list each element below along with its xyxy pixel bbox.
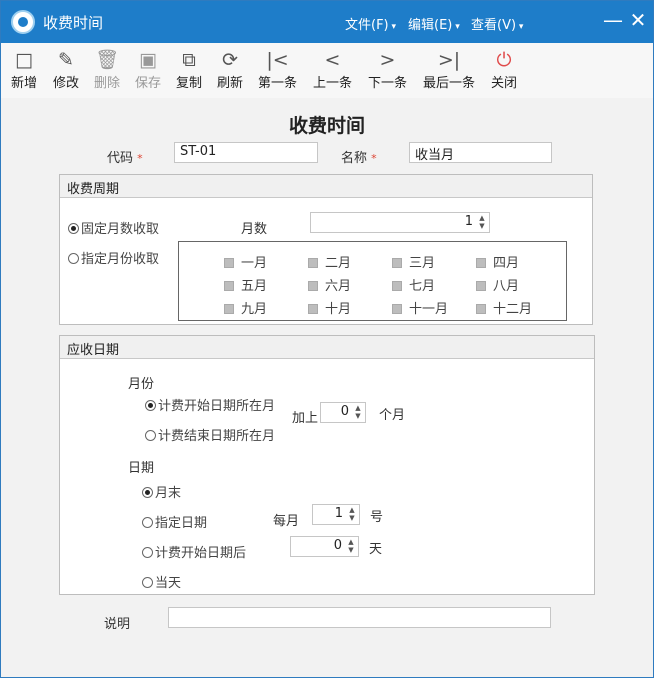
day-of-month-stepper[interactable]: 1 ▲ ▼: [312, 504, 360, 525]
after-start-radio[interactable]: 计费开始日期后: [142, 542, 246, 561]
pencil-icon: ✎: [58, 49, 74, 71]
delete-button[interactable]: 🗑 删除: [94, 48, 120, 91]
copy-label: 复制: [176, 76, 203, 91]
toolbar: □ 新增 ✎ 修改 🗑 删除 ▣ 保存 ⧉ 复制 ⟳ 刷新 |< 第一条 < 上…: [1, 43, 653, 98]
next-label: 下一条: [368, 76, 408, 91]
new-doc-icon: □: [15, 49, 33, 71]
month-checkbox[interactable]: 四月: [476, 252, 519, 271]
end-month-radio[interactable]: 计费结束日期所在月: [145, 425, 275, 444]
window-title: 收费时间: [43, 14, 104, 32]
specified-day-radio[interactable]: 指定日期: [142, 512, 207, 531]
code-field[interactable]: ST-01: [174, 142, 318, 163]
month-checkbox[interactable]: 六月: [308, 275, 351, 294]
refresh-icon: ⟳: [222, 49, 238, 71]
edit-label: 修改: [53, 76, 80, 91]
close-window-icon[interactable]: ✕: [626, 9, 650, 33]
close-label: 关闭: [491, 76, 518, 91]
due-date-group: 应收日期 月份 计费开始日期所在月 计费结束日期所在月 加上 0 ▲ ▼ 个月 日期…: [59, 335, 595, 595]
last-record-icon: >|: [437, 49, 461, 71]
start-month-radio[interactable]: 计费开始日期所在月: [145, 395, 275, 414]
menu-edit[interactable]: 编辑(E): [408, 14, 460, 33]
billing-period-header: 收费周期: [60, 175, 592, 198]
month-end-radio[interactable]: 月末: [142, 482, 181, 501]
remark-field[interactable]: [168, 607, 551, 628]
power-icon: ⏻: [496, 49, 512, 71]
save-icon: ▣: [139, 49, 157, 71]
trash-icon: 🗑: [94, 49, 120, 71]
window: 收费时间 文件(F) 编辑(E) 查看(V) — ✕ □ 新增 ✎ 修改 🗑 删…: [0, 0, 654, 678]
month-checkbox[interactable]: 一月: [224, 252, 267, 271]
title-bar: 收费时间 文件(F) 编辑(E) 查看(V) — ✕: [1, 1, 653, 43]
fixed-months-radio[interactable]: 固定月数收取: [68, 218, 159, 237]
due-date-header: 应收日期: [60, 336, 594, 359]
edit-button[interactable]: ✎ 修改: [53, 48, 79, 91]
last-record-button[interactable]: >| 最后一条: [423, 48, 475, 91]
days-unit-label: 天: [369, 542, 383, 557]
month-heading: 月份: [128, 377, 155, 392]
save-button[interactable]: ▣ 保存: [135, 48, 161, 91]
month-checkbox[interactable]: 十一月: [392, 298, 448, 317]
add-label: 加上: [292, 411, 319, 426]
first-label: 第一条: [258, 76, 298, 91]
specified-months-radio[interactable]: 指定月份收取: [68, 248, 159, 267]
delete-label: 删除: [94, 76, 121, 91]
days-after-stepper[interactable]: 0 ▲ ▼: [290, 536, 359, 557]
minimize-icon[interactable]: —: [601, 9, 625, 33]
month-checkbox[interactable]: 七月: [392, 275, 435, 294]
billing-period-group: 收费周期 固定月数收取 月数 1 ▲ ▼ 指定月份收取 一月 二月 三月 四月 五月…: [59, 174, 593, 325]
day-heading: 日期: [128, 461, 155, 476]
name-label: 名称 *: [341, 151, 377, 166]
today-radio[interactable]: 当天: [142, 572, 181, 591]
month-checkbox[interactable]: 五月: [224, 275, 267, 294]
month-checkbox[interactable]: 九月: [224, 298, 267, 317]
first-record-button[interactable]: |< 第一条: [258, 48, 297, 91]
month-checklist: 一月 二月 三月 四月 五月 六月 七月 八月 九月 十月 十一月 十二月: [178, 241, 567, 321]
prev-record-button[interactable]: < 上一条: [313, 48, 352, 91]
first-record-icon: |<: [266, 49, 289, 71]
copy-icon: ⧉: [182, 49, 196, 71]
months-label: 月数: [241, 222, 268, 237]
prev-label: 上一条: [313, 76, 353, 91]
month-checkbox[interactable]: 八月: [476, 275, 519, 294]
month-checkbox[interactable]: 三月: [392, 252, 435, 271]
app-logo-icon: [11, 10, 35, 34]
add-unit-label: 个月: [379, 408, 406, 423]
month-checkbox[interactable]: 十二月: [476, 298, 532, 317]
month-checkbox[interactable]: 二月: [308, 252, 351, 271]
add-months-stepper[interactable]: 0 ▲ ▼: [320, 402, 366, 423]
chevron-left-icon: <: [324, 49, 341, 71]
refresh-label: 刷新: [217, 76, 244, 91]
chevron-right-icon: >: [379, 49, 396, 71]
form-title: 收费时间: [288, 115, 365, 137]
remark-label: 说明: [104, 617, 131, 632]
refresh-button[interactable]: ⟳ 刷新: [217, 48, 243, 91]
copy-button[interactable]: ⧉ 复制: [176, 48, 202, 91]
code-label: 代码 *: [107, 151, 143, 166]
name-field[interactable]: 收当月: [409, 142, 552, 163]
new-label: 新增: [11, 76, 38, 91]
month-checkbox[interactable]: 十月: [308, 298, 351, 317]
day-unit-label: 号: [370, 510, 384, 525]
next-record-button[interactable]: > 下一条: [368, 48, 407, 91]
new-button[interactable]: □ 新增: [11, 48, 37, 91]
menu-file[interactable]: 文件(F): [345, 14, 396, 33]
save-label: 保存: [135, 76, 162, 91]
menu-view[interactable]: 查看(V): [471, 14, 523, 33]
per-month-label: 每月: [273, 514, 300, 529]
months-stepper[interactable]: 1 ▲ ▼: [310, 212, 490, 233]
last-label: 最后一条: [423, 76, 476, 91]
close-button[interactable]: ⏻ 关闭: [491, 48, 517, 91]
